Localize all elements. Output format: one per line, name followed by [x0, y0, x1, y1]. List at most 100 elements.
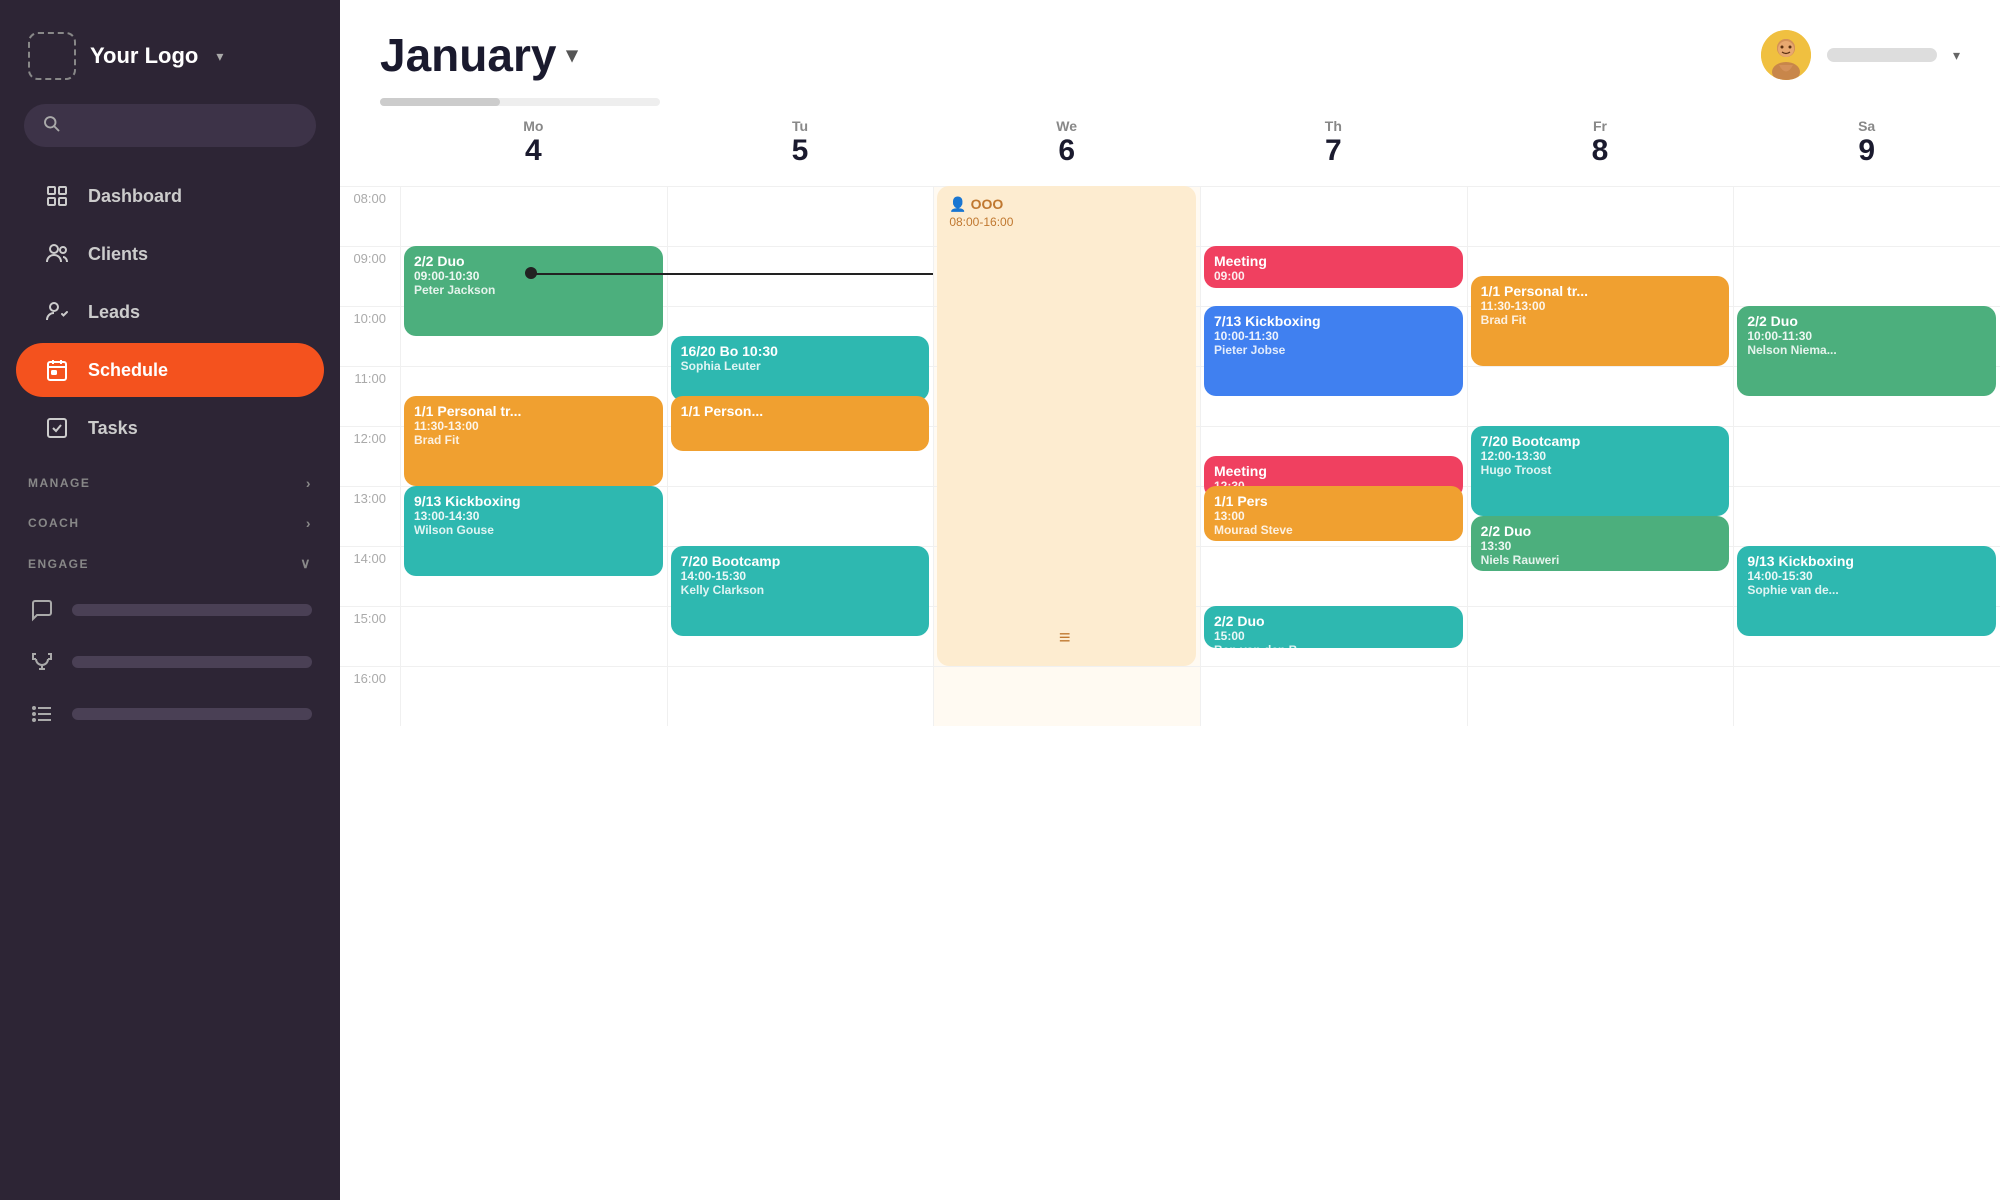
- cell-sa-10:00: [1733, 306, 2000, 366]
- leads-icon: [44, 299, 70, 325]
- month-title: January ▾: [380, 28, 577, 82]
- engage-item-rewards[interactable]: [16, 636, 324, 688]
- cell-mo-16:00: [400, 666, 667, 726]
- cell-mo-13:00: [400, 486, 667, 546]
- cal-header-tu: Tu 5: [667, 106, 934, 186]
- cell-fr-15:00: [1467, 606, 1734, 666]
- cell-sa-16:00: [1733, 666, 2000, 726]
- cell-fr-09:00: [1467, 246, 1734, 306]
- nav-schedule[interactable]: Schedule: [16, 343, 324, 397]
- cell-th-12:00: [1200, 426, 1467, 486]
- time-label-09:00: 09:00: [340, 246, 400, 306]
- cal-header-we: We 6: [933, 106, 1200, 186]
- sidebar-logo[interactable]: Your Logo ▾: [0, 0, 340, 104]
- cell-tu-08:00: [667, 186, 934, 246]
- engage-label-bar-rewards: [72, 656, 312, 668]
- manage-section[interactable]: MANAGE ›: [0, 457, 340, 497]
- cell-tu-09:00: [667, 246, 934, 306]
- cell-tu-14:00: [667, 546, 934, 606]
- cell-th-16:00: [1200, 666, 1467, 726]
- cell-we-10:00: [933, 306, 1200, 366]
- cell-th-15:00: [1200, 606, 1467, 666]
- cell-th-08:00: [1200, 186, 1467, 246]
- schedule-icon: [44, 357, 70, 383]
- cell-mo-12:00: [400, 426, 667, 486]
- clients-label: Clients: [88, 244, 148, 265]
- search-bar[interactable]: [24, 104, 316, 147]
- search-input[interactable]: [70, 117, 298, 134]
- nav-dashboard[interactable]: Dashboard: [16, 169, 324, 223]
- cell-th-09:00: [1200, 246, 1467, 306]
- cell-sa-11:00: [1733, 366, 2000, 426]
- cell-th-11:00: [1200, 366, 1467, 426]
- cell-tu-15:00: [667, 606, 934, 666]
- schedule-label: Schedule: [88, 360, 168, 381]
- nav-clients[interactable]: Clients: [16, 227, 324, 281]
- avatar[interactable]: [1761, 30, 1811, 80]
- nav-leads[interactable]: Leads: [16, 285, 324, 339]
- time-label-08:00: 08:00: [340, 186, 400, 246]
- logo-text: Your Logo: [90, 43, 198, 69]
- cell-mo-10:00: [400, 306, 667, 366]
- time-label-15:00: 15:00: [340, 606, 400, 666]
- engage-label-bar-tasks2: [72, 708, 312, 720]
- engage-section[interactable]: ENGAGE ∨: [0, 537, 340, 578]
- logo-box: [28, 32, 76, 80]
- cal-header-fr: Fr 8: [1467, 106, 1734, 186]
- cell-we-09:00: [933, 246, 1200, 306]
- trophy-icon: [28, 648, 56, 676]
- cal-header-mo: Mo 4: [400, 106, 667, 186]
- engage-caret-icon: ∨: [300, 555, 312, 572]
- header-right: ▾: [1761, 30, 1960, 80]
- cell-we-11:00: [933, 366, 1200, 426]
- cell-we-16:00: [933, 666, 1200, 726]
- time-header-empty: [340, 106, 400, 186]
- time-label-16:00: 16:00: [340, 666, 400, 726]
- time-label-13:00: 13:00: [340, 486, 400, 546]
- engage-item-messages[interactable]: [16, 584, 324, 636]
- cell-we-08:00: [933, 186, 1200, 246]
- tasks-label: Tasks: [88, 418, 138, 439]
- cell-fr-16:00: [1467, 666, 1734, 726]
- cell-sa-15:00: [1733, 606, 2000, 666]
- cell-tu-11:00: [667, 366, 934, 426]
- calendar-wrap[interactable]: Mo 4 Tu 5 We 6 Th 7 Fr 8 Sa 9: [340, 106, 2000, 1200]
- cell-tu-13:00: [667, 486, 934, 546]
- cell-fr-14:00: [1467, 546, 1734, 606]
- cell-we-12:00: [933, 426, 1200, 486]
- cell-mo-09:00: [400, 246, 667, 306]
- engage-item-tasks2[interactable]: [16, 688, 324, 740]
- cell-sa-14:00: [1733, 546, 2000, 606]
- nav-tasks[interactable]: Tasks: [16, 401, 324, 455]
- logo-caret-icon[interactable]: ▾: [216, 48, 223, 65]
- list-icon: [28, 700, 56, 728]
- cell-fr-11:00: [1467, 366, 1734, 426]
- coach-section[interactable]: COACH ›: [0, 497, 340, 537]
- cell-mo-14:00: [400, 546, 667, 606]
- cell-tu-12:00: [667, 426, 934, 486]
- time-label-14:00: 14:00: [340, 546, 400, 606]
- cell-sa-12:00: [1733, 426, 2000, 486]
- dashboard-icon: [44, 183, 70, 209]
- time-label-10:00: 10:00: [340, 306, 400, 366]
- main-header: January ▾ ▾: [340, 0, 2000, 82]
- cell-mo-15:00: [400, 606, 667, 666]
- search-icon: [42, 114, 60, 137]
- cell-fr-13:00: [1467, 486, 1734, 546]
- progress-bar-wrap: [340, 82, 2000, 106]
- user-caret-icon[interactable]: ▾: [1953, 47, 1960, 64]
- progress-bar-bg: [380, 98, 660, 106]
- messages-icon: [28, 596, 56, 624]
- user-name-bar: [1827, 48, 1937, 62]
- cell-tu-10:00: [667, 306, 934, 366]
- month-caret-icon[interactable]: ▾: [566, 42, 577, 68]
- leads-label: Leads: [88, 302, 140, 323]
- cell-th-10:00: [1200, 306, 1467, 366]
- cell-fr-10:00: [1467, 306, 1734, 366]
- cell-tu-16:00: [667, 666, 934, 726]
- cell-mo-08:00: [400, 186, 667, 246]
- engage-items: [0, 578, 340, 746]
- cell-sa-08:00: [1733, 186, 2000, 246]
- cal-header-th: Th 7: [1200, 106, 1467, 186]
- cell-sa-13:00: [1733, 486, 2000, 546]
